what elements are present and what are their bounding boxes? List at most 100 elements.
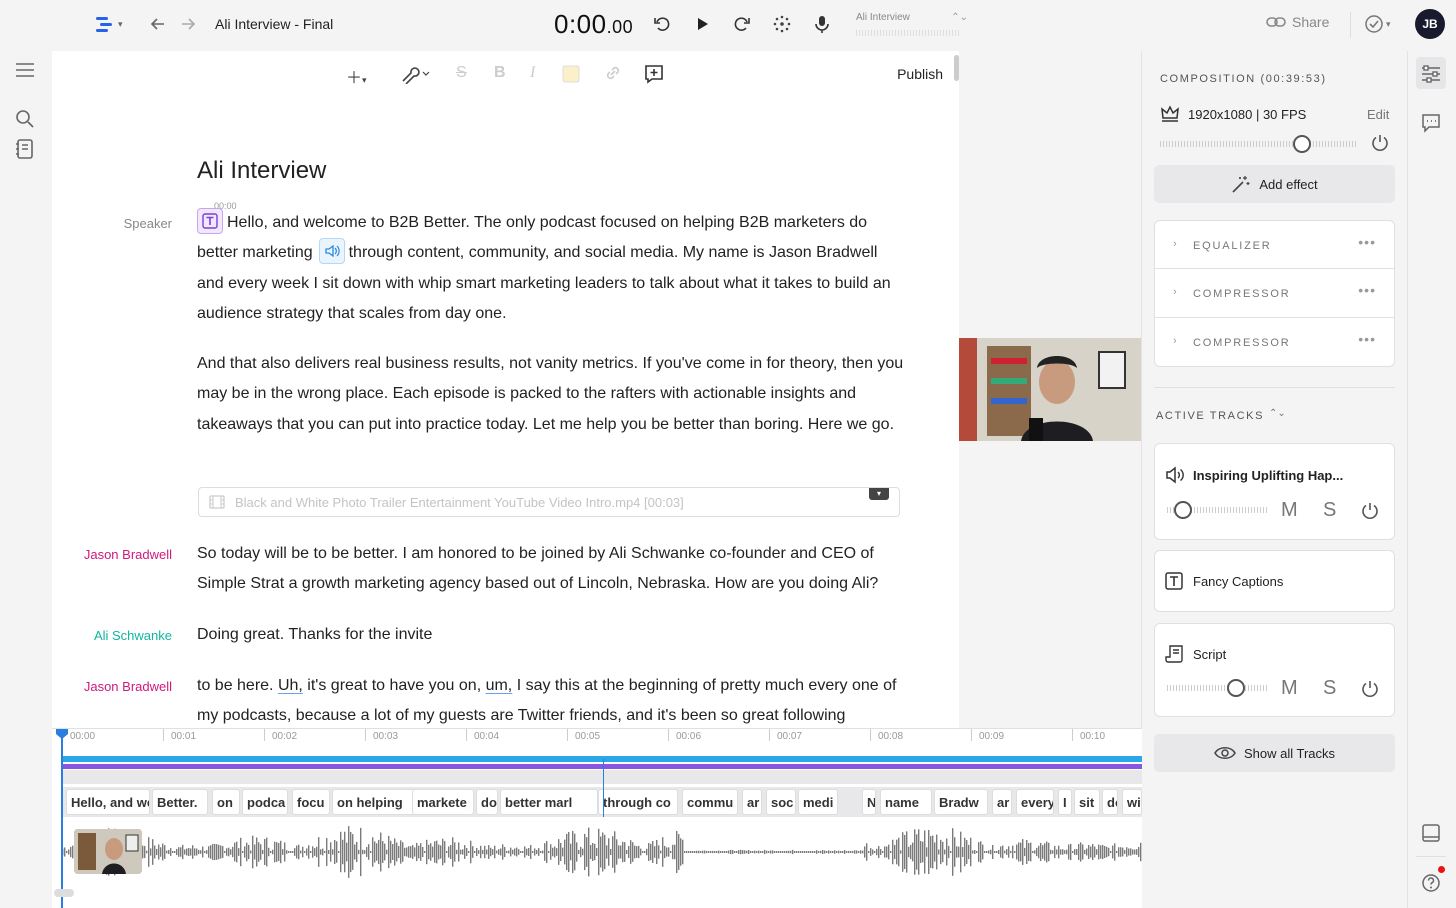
- solo-button[interactable]: S: [1323, 499, 1336, 522]
- search-icon[interactable]: [14, 108, 36, 130]
- word-chip[interactable]: medi: [798, 789, 838, 815]
- chevron-right-icon[interactable]: ›: [1173, 335, 1177, 347]
- playhead[interactable]: [61, 729, 63, 908]
- bold-icon[interactable]: B: [494, 64, 506, 84]
- menu-icon[interactable]: [14, 59, 36, 81]
- add-effect-button[interactable]: Add effect: [1154, 165, 1395, 203]
- sliders-icon[interactable]: [1420, 63, 1442, 85]
- effect-row[interactable]: › COMPRESSOR •••: [1154, 269, 1395, 318]
- word-chip[interactable]: I: [1058, 789, 1072, 815]
- mute-button[interactable]: M: [1281, 499, 1298, 522]
- chevron-right-icon[interactable]: ›: [1173, 238, 1177, 250]
- word-chip[interactable]: name: [880, 789, 932, 815]
- show-all-tracks-button[interactable]: Show all Tracks: [1154, 734, 1395, 772]
- publish-button[interactable]: Publish: [897, 66, 943, 82]
- back-arrow-icon[interactable]: [148, 14, 170, 36]
- logo-menu-chevron-icon[interactable]: ▾: [118, 19, 128, 41]
- word-chip[interactable]: with: [1122, 789, 1142, 815]
- word-chip[interactable]: commu: [682, 789, 738, 815]
- track-card-captions[interactable]: Fancy Captions: [1154, 550, 1395, 612]
- word-chip[interactable]: do: [1102, 789, 1118, 815]
- power-icon[interactable]: [1360, 679, 1380, 699]
- word-chip[interactable]: N: [862, 789, 876, 815]
- speaker-label-jason[interactable]: Jason Bradwell: [52, 679, 172, 694]
- word-chip[interactable]: through co: [598, 789, 678, 815]
- chevron-right-icon[interactable]: ›: [1173, 286, 1177, 298]
- notebook-icon[interactable]: [14, 138, 36, 160]
- filler-word[interactable]: um,: [486, 677, 513, 694]
- timeline[interactable]: 00:00 00:01 00:02 00:03 00:04 00:05 00:06 00:07…: [52, 728, 1142, 908]
- skip-back-icon[interactable]: [652, 14, 674, 36]
- speaker-label[interactable]: Speaker: [52, 216, 172, 231]
- active-tracks-label[interactable]: ACTIVE TRACKS: [1156, 410, 1264, 422]
- paragraph-2[interactable]: And that also delivers real business res…: [197, 349, 907, 440]
- music-track-lane[interactable]: [62, 756, 1142, 762]
- effect-row[interactable]: › EQUALIZER •••: [1154, 220, 1395, 269]
- italic-icon[interactable]: I: [530, 64, 535, 84]
- insert-plus-icon[interactable]: ＋▾: [346, 64, 367, 87]
- paragraph-4[interactable]: Doing great. Thanks for the invite: [197, 620, 907, 650]
- filler-word[interactable]: Uh,: [278, 677, 303, 694]
- slider-knob[interactable]: [1293, 135, 1311, 153]
- forward-arrow-icon[interactable]: [178, 14, 200, 36]
- timeline-scrollbar[interactable]: [54, 889, 74, 897]
- wrench-icon[interactable]: [400, 64, 430, 84]
- edit-composition-button[interactable]: Edit: [1367, 107, 1389, 122]
- empty-track-lane[interactable]: [62, 770, 1142, 784]
- highlight-icon[interactable]: [562, 65, 580, 85]
- paragraph-1[interactable]: Hello, and welcome to B2B Better. The on…: [197, 207, 907, 329]
- power-icon[interactable]: [1370, 133, 1390, 153]
- power-icon[interactable]: [1360, 501, 1380, 521]
- word-chip[interactable]: ar: [742, 789, 762, 815]
- more-options-icon[interactable]: •••: [1358, 331, 1376, 347]
- webcam-preview[interactable]: [959, 338, 1141, 441]
- word-chip[interactable]: every: [1016, 789, 1054, 815]
- word-chip[interactable]: better marl: [500, 789, 598, 815]
- media-clip-card[interactable]: Black and White Photo Trailer Entertainm…: [198, 487, 900, 517]
- word-chip[interactable]: do: [476, 789, 498, 815]
- transcript-select[interactable]: Ali Interview ⌃⌄: [850, 10, 968, 40]
- audio-clip-chip-icon[interactable]: [318, 238, 345, 265]
- word-chip[interactable]: on helping: [332, 789, 416, 815]
- skip-forward-icon[interactable]: [732, 14, 754, 36]
- track-card-script[interactable]: Script M S: [1154, 623, 1395, 717]
- playhead-handle[interactable]: [56, 729, 68, 739]
- status-chevron-icon[interactable]: ▾: [1386, 19, 1396, 41]
- app-logo-icon[interactable]: [94, 14, 116, 36]
- document-title[interactable]: Ali Interview - Final: [215, 16, 333, 32]
- slider-knob[interactable]: [1174, 501, 1192, 519]
- effect-row[interactable]: › COMPRESSOR •••: [1154, 318, 1395, 367]
- share-button[interactable]: Share: [1266, 14, 1329, 30]
- avatar[interactable]: JB: [1415, 9, 1445, 39]
- microphone-icon[interactable]: [812, 14, 834, 36]
- speaker-label-ali[interactable]: Ali Schwanke: [52, 628, 172, 643]
- word-chip[interactable]: Bradw: [934, 789, 988, 815]
- slider-knob[interactable]: [1227, 679, 1245, 697]
- more-options-icon[interactable]: •••: [1358, 282, 1376, 298]
- paragraph-3[interactable]: So today will be to be better. I am hono…: [197, 539, 907, 600]
- track-card-music[interactable]: Inspiring Uplifting Hap... M S: [1154, 443, 1395, 540]
- word-chip[interactable]: soc: [766, 789, 796, 815]
- word-chip[interactable]: podca: [242, 789, 288, 815]
- speaker-label-jason[interactable]: Jason Bradwell: [52, 547, 172, 562]
- strikethrough-icon[interactable]: S: [456, 64, 467, 84]
- track-volume-slider[interactable]: [1167, 685, 1267, 691]
- link-icon[interactable]: [604, 64, 622, 84]
- composition-volume-slider[interactable]: [1160, 141, 1356, 147]
- clip-dropdown-icon[interactable]: ▾: [869, 488, 889, 500]
- word-chip[interactable]: Hello, and wel: [66, 789, 150, 815]
- captions-track-lane[interactable]: [62, 764, 1142, 769]
- word-track-lane[interactable]: Hello, and wel Better. on podca focu on helpi…: [62, 787, 1142, 817]
- word-chip[interactable]: on: [212, 789, 240, 815]
- panel-toggle-icon[interactable]: [1420, 822, 1442, 844]
- help-icon[interactable]: [1420, 872, 1442, 894]
- paragraph-5[interactable]: to be here. Uh, it's great to have you o…: [197, 671, 907, 728]
- solo-button[interactable]: S: [1323, 677, 1336, 700]
- check-circle-icon[interactable]: [1364, 14, 1386, 36]
- add-comment-icon[interactable]: [644, 64, 664, 84]
- word-chip[interactable]: markete: [412, 789, 474, 815]
- word-chip[interactable]: focu: [292, 789, 330, 815]
- word-chip[interactable]: ar: [992, 789, 1012, 815]
- loop-dots-icon[interactable]: [772, 14, 794, 36]
- play-icon[interactable]: [692, 14, 714, 36]
